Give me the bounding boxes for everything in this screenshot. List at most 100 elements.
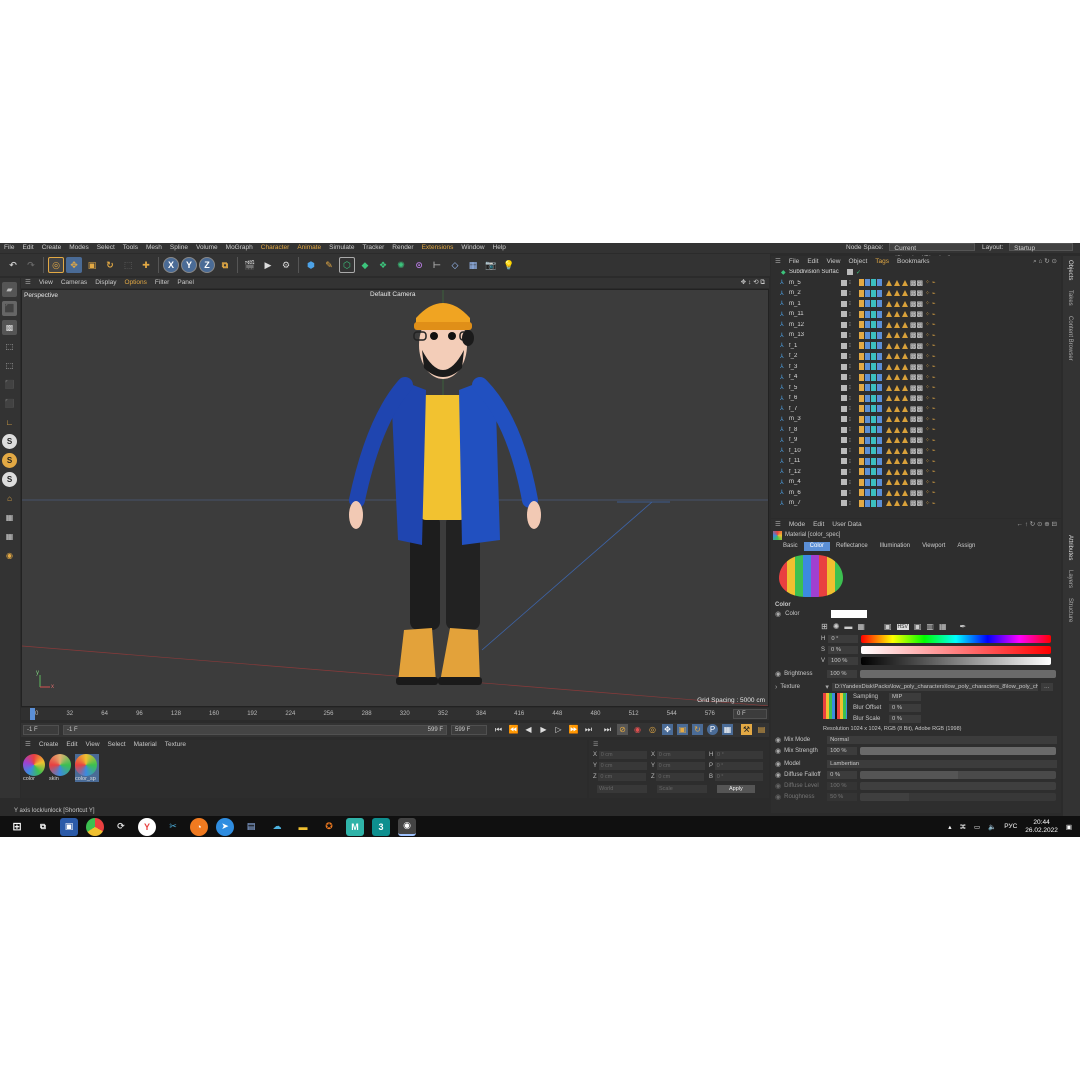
material-item[interactable]: color (23, 754, 47, 782)
size-z-field[interactable]: 0 cm (656, 773, 705, 781)
checker-tag-icon[interactable]: ▩ (910, 384, 917, 392)
check-icon[interactable]: ✓ (856, 269, 861, 276)
checker-tag-icon[interactable]: ▩ (910, 499, 917, 507)
material-tag-icon[interactable] (901, 300, 908, 307)
checker-tag-icon[interactable]: ▩ (917, 468, 924, 476)
material-tag-icon[interactable] (893, 468, 900, 475)
go-to-start-icon[interactable]: ⏮ (493, 724, 504, 735)
range-slider[interactable]: -1 F 599 F (63, 725, 447, 735)
object-row[interactable]: ⅄ m_4 ⁝ ▩ ▩ ⁘ ⌁ (771, 477, 1061, 488)
material-tag-icon[interactable] (901, 384, 908, 391)
pen-spline-icon[interactable]: ✎ (321, 257, 337, 273)
tag-icon[interactable] (876, 363, 882, 371)
tag-icon[interactable] (876, 478, 882, 486)
material-tag-icon[interactable] (901, 311, 908, 318)
tag-icon[interactable] (870, 405, 876, 413)
tag-icon[interactable] (858, 489, 864, 497)
visibility-dots[interactable] (841, 353, 847, 360)
tag-icon[interactable] (858, 384, 864, 392)
tag-icon[interactable] (864, 415, 870, 423)
tag-icon[interactable] (870, 289, 876, 297)
clock[interactable]: 20:44 26.02.2022 (1025, 819, 1058, 835)
tag-icon[interactable] (864, 300, 870, 308)
camera-icon[interactable]: 📷 (483, 257, 499, 273)
polygons-mode-icon[interactable]: ⬛ (2, 377, 17, 392)
rot-h-field[interactable]: 0 ° (715, 751, 764, 759)
visibility-dots[interactable] (841, 489, 847, 496)
pos-y-field[interactable]: 0 cm (598, 762, 647, 770)
material-tag-icon[interactable] (901, 426, 908, 433)
tag-icon[interactable] (858, 478, 864, 486)
material-tag-icon[interactable] (893, 479, 900, 486)
tag-icon[interactable] (876, 499, 882, 507)
tag-icon[interactable] (870, 363, 876, 371)
timeline-ruler[interactable]: 0 32 64 96 128 160 192 224 256 288 320 3… (21, 708, 769, 720)
axis-mode-icon[interactable]: ∟ (2, 415, 17, 430)
material-tag-icon[interactable] (893, 405, 900, 412)
tab-objects[interactable]: Objects (1067, 260, 1073, 280)
tab-takes[interactable]: Takes (1067, 290, 1073, 306)
layer-dots[interactable]: ⁝ (849, 479, 851, 486)
tag-icon[interactable] (876, 321, 882, 329)
tag-icon[interactable] (876, 405, 882, 413)
spectrum-icon[interactable]: ✺ (833, 622, 840, 631)
model-mode-icon[interactable]: ⬛ (2, 301, 17, 316)
tag-icon[interactable] (858, 426, 864, 434)
scene-icon[interactable]: ▦ (465, 257, 481, 273)
color-swatch[interactable] (831, 610, 868, 618)
tag-icon[interactable] (876, 279, 882, 287)
object-row[interactable]: ⅄ f_2 ⁝ ▩ ▩ ⁘ ⌁ (771, 351, 1061, 362)
light-icon[interactable]: 💡 (501, 257, 517, 273)
animate-dot-icon[interactable]: ◉ (775, 760, 781, 768)
checker-tag-icon[interactable]: ▩ (910, 289, 917, 297)
menu-select[interactable]: Select (93, 243, 119, 253)
hue-slider[interactable] (861, 635, 1052, 643)
tab-structure[interactable]: Structure (1067, 598, 1073, 622)
viewport-menu-icon[interactable]: ☰ (21, 278, 35, 288)
material-tag-icon[interactable] (893, 311, 900, 318)
app-icon[interactable]: ✂ (164, 818, 182, 836)
selection-tag-icon[interactable]: ⁘ ⌁ (925, 426, 935, 433)
material-tag-icon[interactable] (885, 405, 892, 412)
object-row[interactable]: ⅄ m_5 ⁝ ▩ ▩ ⁘ ⌁ (771, 278, 1061, 289)
key-rotation-icon[interactable]: ↻ (692, 724, 703, 735)
play-icon[interactable]: ▶ (538, 724, 549, 735)
checker-tag-icon[interactable]: ▩ (917, 394, 924, 402)
visibility-dots[interactable] (841, 426, 847, 433)
brightness-slider[interactable] (860, 670, 1057, 678)
saturation-slider[interactable] (861, 646, 1052, 654)
layer-dots[interactable]: ⁝ (849, 321, 851, 328)
viewport-menu-view[interactable]: View (35, 278, 57, 288)
animate-dot-icon[interactable]: ◉ (775, 670, 781, 678)
rot-b-field[interactable]: 0 ° (714, 773, 763, 781)
deformer-icon[interactable]: ✺ (393, 257, 409, 273)
material-tag-icon[interactable] (885, 279, 892, 286)
render-view-icon[interactable]: ▶ (260, 257, 276, 273)
checker-tag-icon[interactable]: ▩ (910, 478, 917, 486)
tag-icon[interactable] (864, 489, 870, 497)
checker-tag-icon[interactable]: ▩ (917, 415, 924, 423)
visibility-dots[interactable] (841, 342, 847, 349)
checker-tag-icon[interactable]: ▩ (917, 321, 924, 329)
material-tag-icon[interactable] (885, 489, 892, 496)
roughness-field[interactable]: 50 % (827, 793, 858, 801)
material-tag-icon[interactable] (893, 363, 900, 370)
menu-mograph[interactable]: MoGraph (222, 243, 257, 253)
object-menu-object[interactable]: Object (845, 257, 872, 267)
move-icon[interactable]: ✥ (66, 257, 82, 273)
tag-icon[interactable] (858, 447, 864, 455)
roughness-slider[interactable] (860, 793, 1057, 801)
layer-dots[interactable]: ⁝ (849, 468, 851, 475)
tag-icon[interactable] (864, 468, 870, 476)
tag-icon[interactable] (870, 300, 876, 308)
material-tag-icon[interactable] (893, 458, 900, 465)
visibility-dots[interactable] (841, 416, 847, 423)
material-tag-icon[interactable] (893, 279, 900, 286)
notifications-icon[interactable]: ▣ (1066, 823, 1072, 831)
checker-tag-icon[interactable]: ▩ (910, 342, 917, 350)
snap-icon[interactable]: S (2, 434, 17, 449)
menu-file[interactable]: File (0, 243, 18, 253)
tag-icon[interactable] (858, 499, 864, 507)
layer-dots[interactable]: ⁝ (849, 332, 851, 339)
tag-icon[interactable] (864, 457, 870, 465)
